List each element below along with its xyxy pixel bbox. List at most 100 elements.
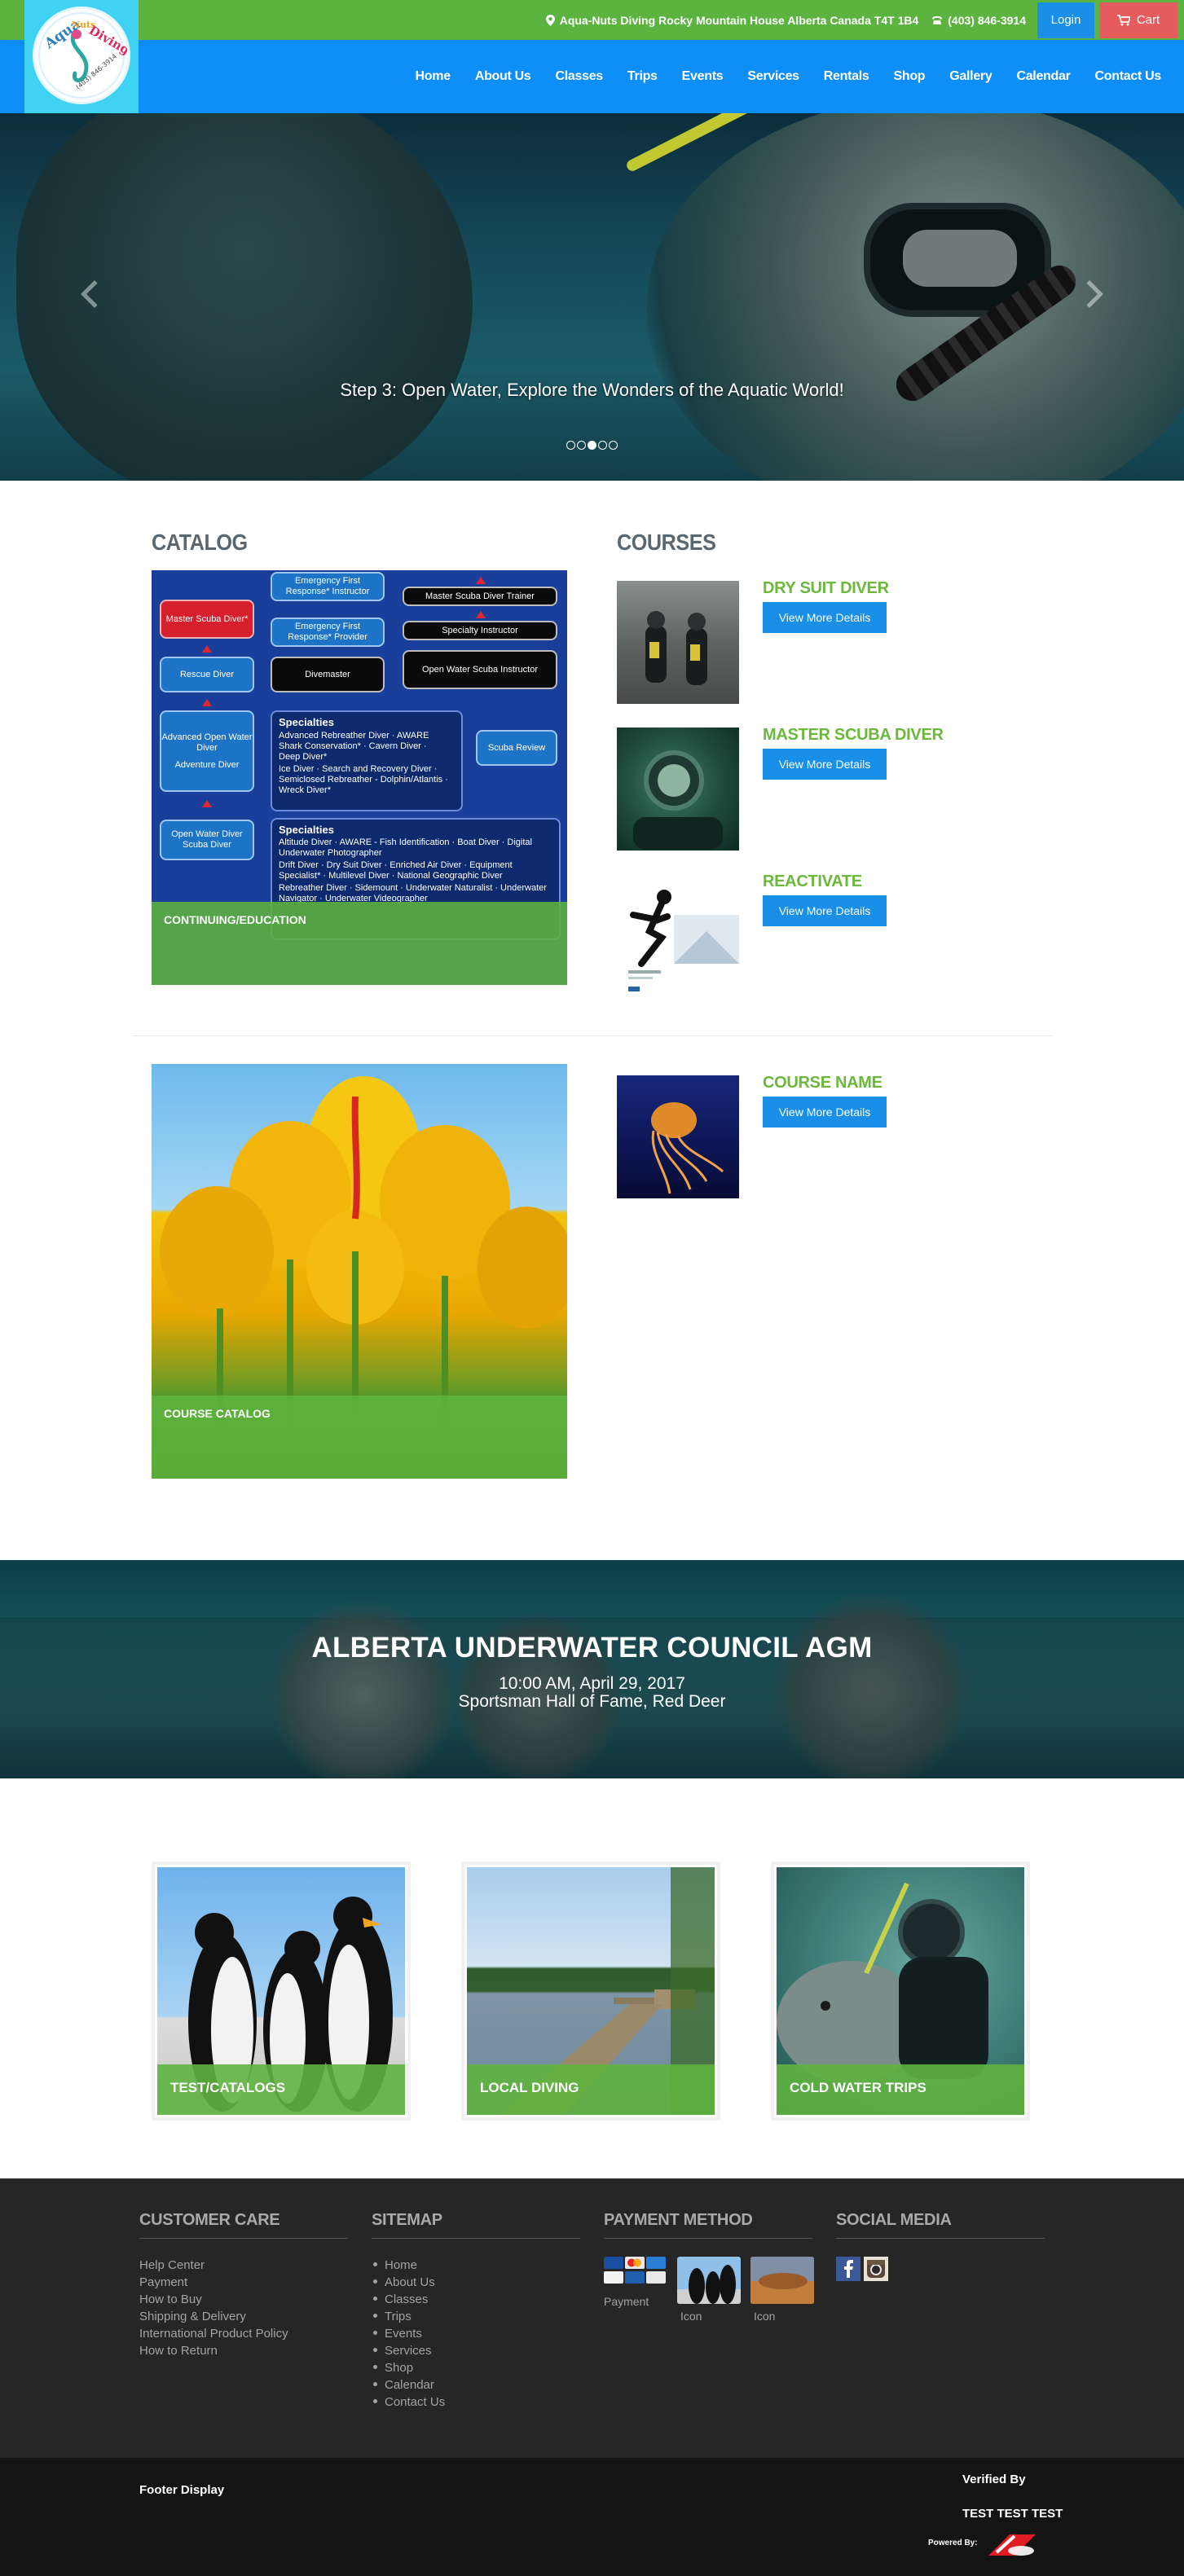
chart-arrow <box>202 699 212 706</box>
nav-item-about-us[interactable]: About Us <box>475 69 531 84</box>
powered-by-logo[interactable] <box>985 2531 1039 2559</box>
logo-graphic: Aqua Nuts Diving (403) 846-3914 <box>38 12 127 99</box>
sitemap-link[interactable]: Classes <box>372 2291 580 2308</box>
section-divider <box>132 1035 1053 1036</box>
nav-item-contact-us[interactable]: Contact Us <box>1095 69 1162 84</box>
payment-item[interactable]: Icon <box>750 2257 814 2323</box>
cart-icon <box>1116 14 1130 25</box>
payment-caption: Payment <box>604 2295 649 2308</box>
footer-sitemap: SITEMAP Home About Us Classes Trips Events Se… <box>372 2211 580 2411</box>
event-banner[interactable]: ALBERTA UNDERWATER COUNCIL AGM 10:00 AM,… <box>0 1560 1184 1778</box>
course-thumb-master-scuba[interactable] <box>617 728 739 851</box>
dry-suit-image <box>645 611 707 685</box>
footer-customer-care-title: CUSTOMER CARE <box>139 2211 348 2239</box>
instagram-icon[interactable] <box>864 2257 888 2281</box>
chart-specialties-1: Specialties Advanced Rebreather Diver · … <box>271 710 463 811</box>
tile-test-catalogs[interactable]: TEST/CATALOGS <box>152 1862 411 2121</box>
customer-care-link[interactable]: How to Return <box>139 2342 348 2359</box>
reactivate-image <box>628 890 739 991</box>
desert-thumb-icon <box>750 2257 814 2304</box>
slider-dot[interactable] <box>566 441 575 450</box>
slider-dot[interactable] <box>577 441 586 450</box>
slider-indicators <box>0 441 1184 450</box>
nav-item-calendar[interactable]: Calendar <box>1016 69 1070 84</box>
payment-caption: Icon <box>680 2310 702 2323</box>
payment-items: Payment Icon Icon <box>604 2257 814 2323</box>
nav-item-shop[interactable]: Shop <box>893 69 925 84</box>
chart-advanced-ow: Advanced Open Water Diver Adventure Dive… <box>160 710 254 792</box>
nav-item-gallery[interactable]: Gallery <box>949 69 992 84</box>
customer-care-link[interactable]: Help Center <box>139 2257 348 2274</box>
payment-item[interactable]: Payment <box>604 2257 667 2323</box>
customer-care-link[interactable]: Payment <box>139 2274 348 2291</box>
social-icons <box>836 2257 1045 2281</box>
nav-item-events[interactable]: Events <box>682 69 724 84</box>
sitemap-link[interactable]: Events <box>372 2325 580 2342</box>
nav-item-rentals[interactable]: Rentals <box>824 69 869 84</box>
chart-efr-provider: Emergency First Response* Provider <box>271 618 385 647</box>
event-title: ALBERTA UNDERWATER COUNCIL AGM <box>311 1632 873 1664</box>
nav-item-home[interactable]: Home <box>416 69 451 84</box>
phone-text: (403) 846-3914 <box>948 13 1026 27</box>
sitemap-link[interactable]: Shop <box>372 2359 580 2376</box>
site-logo[interactable]: Aqua Nuts Diving (403) 846-3914 <box>33 7 130 104</box>
chart-efr-instructor: Emergency First Response* Instructor <box>271 572 385 601</box>
hero-slider: Step 3: Open Water, Explore the Wonders … <box>0 113 1184 481</box>
cart-button[interactable]: Cart <box>1099 2 1177 38</box>
footer-payment-title: PAYMENT METHOD <box>604 2211 812 2239</box>
payment-item[interactable]: Icon <box>677 2257 741 2323</box>
nav-item-services[interactable]: Services <box>747 69 799 84</box>
slider-dot[interactable] <box>588 441 596 450</box>
event-time: 10:00 AM, April 29, 2017 <box>499 1674 685 1693</box>
verified-by-text: Verified By <box>962 2473 1026 2486</box>
sitemap-link[interactable]: Services <box>372 2342 580 2359</box>
top-bar: Aqua-Nuts Diving Rocky Mountain House Al… <box>0 0 1184 40</box>
facebook-icon[interactable] <box>836 2257 860 2281</box>
course-name-reactivate[interactable]: REACTIVATE <box>763 873 862 891</box>
map-pin-icon <box>545 14 555 26</box>
chart-arrow <box>476 577 486 584</box>
nav-item-classes[interactable]: Classes <box>556 69 604 84</box>
footer: CUSTOMER CARE Help Center Payment How to B… <box>0 2178 1184 2458</box>
logo-container[interactable]: Aqua Nuts Diving (403) 846-3914 <box>24 0 139 114</box>
catalog-card-continuing-education[interactable]: Emergency First Response* Instructor Mas… <box>152 570 567 985</box>
nav-item-trips[interactable]: Trips <box>627 69 658 84</box>
catalog-card-course-catalog[interactable]: COURSE CATALOG <box>152 1064 567 1479</box>
top-bar-right: Aqua-Nuts Diving Rocky Mountain House Al… <box>545 0 1184 40</box>
tile-local-diving[interactable]: LOCAL DIVING <box>461 1862 720 2121</box>
cart-label: Cart <box>1136 13 1160 27</box>
chart-specialties-col-b: Ice Diver · Search and Recovery Diver · … <box>279 764 448 795</box>
course-thumb-dry-suit[interactable] <box>617 581 739 704</box>
tile-label: TEST/CATALOGS <box>157 2064 405 2115</box>
slider-dot[interactable] <box>609 441 618 450</box>
customer-care-link[interactable]: Shipping & Delivery <box>139 2308 348 2325</box>
sitemap-link[interactable]: Home <box>372 2257 580 2274</box>
powered-by-text: Powered By: <box>928 2539 978 2547</box>
catalog-card-label: CONTINUING/EDUCATION <box>152 902 567 985</box>
view-details-button-dry-suit[interactable]: View More Details <box>763 602 887 633</box>
chart-spec2-col-a: Altitude Diver · AWARE - Fish Identifica… <box>279 837 532 858</box>
slider-dot[interactable] <box>598 441 607 450</box>
customer-care-link[interactable]: International Product Policy <box>139 2325 348 2342</box>
sitemap-link[interactable]: Trips <box>372 2308 580 2325</box>
course-thumb-reactivate[interactable] <box>617 874 739 997</box>
course-name-course-name[interactable]: COURSE NAME <box>763 1074 882 1092</box>
customer-care-link[interactable]: How to Buy <box>139 2291 348 2308</box>
view-details-button-course-name[interactable]: View More Details <box>763 1097 887 1128</box>
course-name-dry-suit[interactable]: DRY SUIT DIVER <box>763 579 889 598</box>
view-details-button-reactivate[interactable]: View More Details <box>763 895 887 926</box>
sitemap-link[interactable]: Calendar <box>372 2376 580 2394</box>
view-details-button-master-scuba[interactable]: View More Details <box>763 749 887 780</box>
footer-display-text: Footer Display <box>139 2483 225 2497</box>
course-thumb-course-name[interactable] <box>617 1075 739 1198</box>
chart-arrow <box>476 611 486 618</box>
sitemap-link[interactable]: About Us <box>372 2274 580 2291</box>
chart-adventure-label: Adventure Diver <box>174 759 240 770</box>
course-name-master-scuba[interactable]: MASTER SCUBA DIVER <box>763 726 944 745</box>
login-button[interactable]: Login <box>1037 2 1094 38</box>
jellyfish-image <box>651 1102 724 1194</box>
main-nav: Home About Us Classes Trips Events Services Re… <box>391 40 1162 113</box>
tile-cold-water-trips[interactable]: COLD WATER TRIPS <box>771 1862 1030 2121</box>
sitemap-link[interactable]: Contact Us <box>372 2394 580 2411</box>
credit-cards-icon <box>604 2257 666 2284</box>
